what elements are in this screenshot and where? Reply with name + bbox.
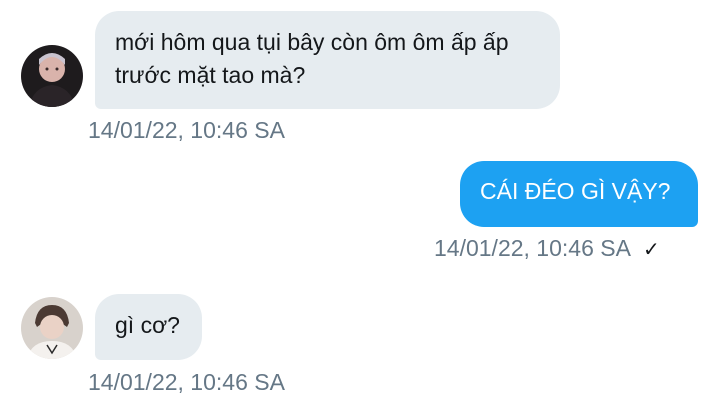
- message-timestamp: 14/01/22, 10:46 SA: [88, 117, 285, 144]
- sender-avatar[interactable]: [21, 45, 83, 107]
- message-bubble[interactable]: mới hôm qua tụi bây còn ôm ôm ấp ấp trướ…: [95, 11, 560, 109]
- timestamp-text: 14/01/22, 10:46 SA: [434, 235, 631, 261]
- message-text: gì cơ?: [115, 312, 180, 338]
- message-bubble[interactable]: CÁI ĐÉO GÌ VẬY?: [460, 161, 698, 227]
- sender-avatar[interactable]: [21, 297, 83, 359]
- message-text: mới hôm qua tụi bây còn ôm ôm ấp ấp trướ…: [115, 29, 509, 88]
- user-avatar-icon: [21, 45, 83, 107]
- timestamp-text: 14/01/22, 10:46 SA: [88, 117, 285, 143]
- message-text: CÁI ĐÉO GÌ VẬY?: [480, 178, 671, 204]
- timestamp-text: 14/01/22, 10:46 SA: [88, 369, 285, 395]
- checkmark-icon: ✓: [642, 239, 660, 261]
- user-avatar-icon: [21, 297, 83, 359]
- message-timestamp: 14/01/22, 10:46 SA: [88, 369, 285, 396]
- message-bubble[interactable]: gì cơ?: [95, 294, 202, 360]
- message-timestamp: 14/01/22, 10:46 SA ✓: [434, 235, 660, 262]
